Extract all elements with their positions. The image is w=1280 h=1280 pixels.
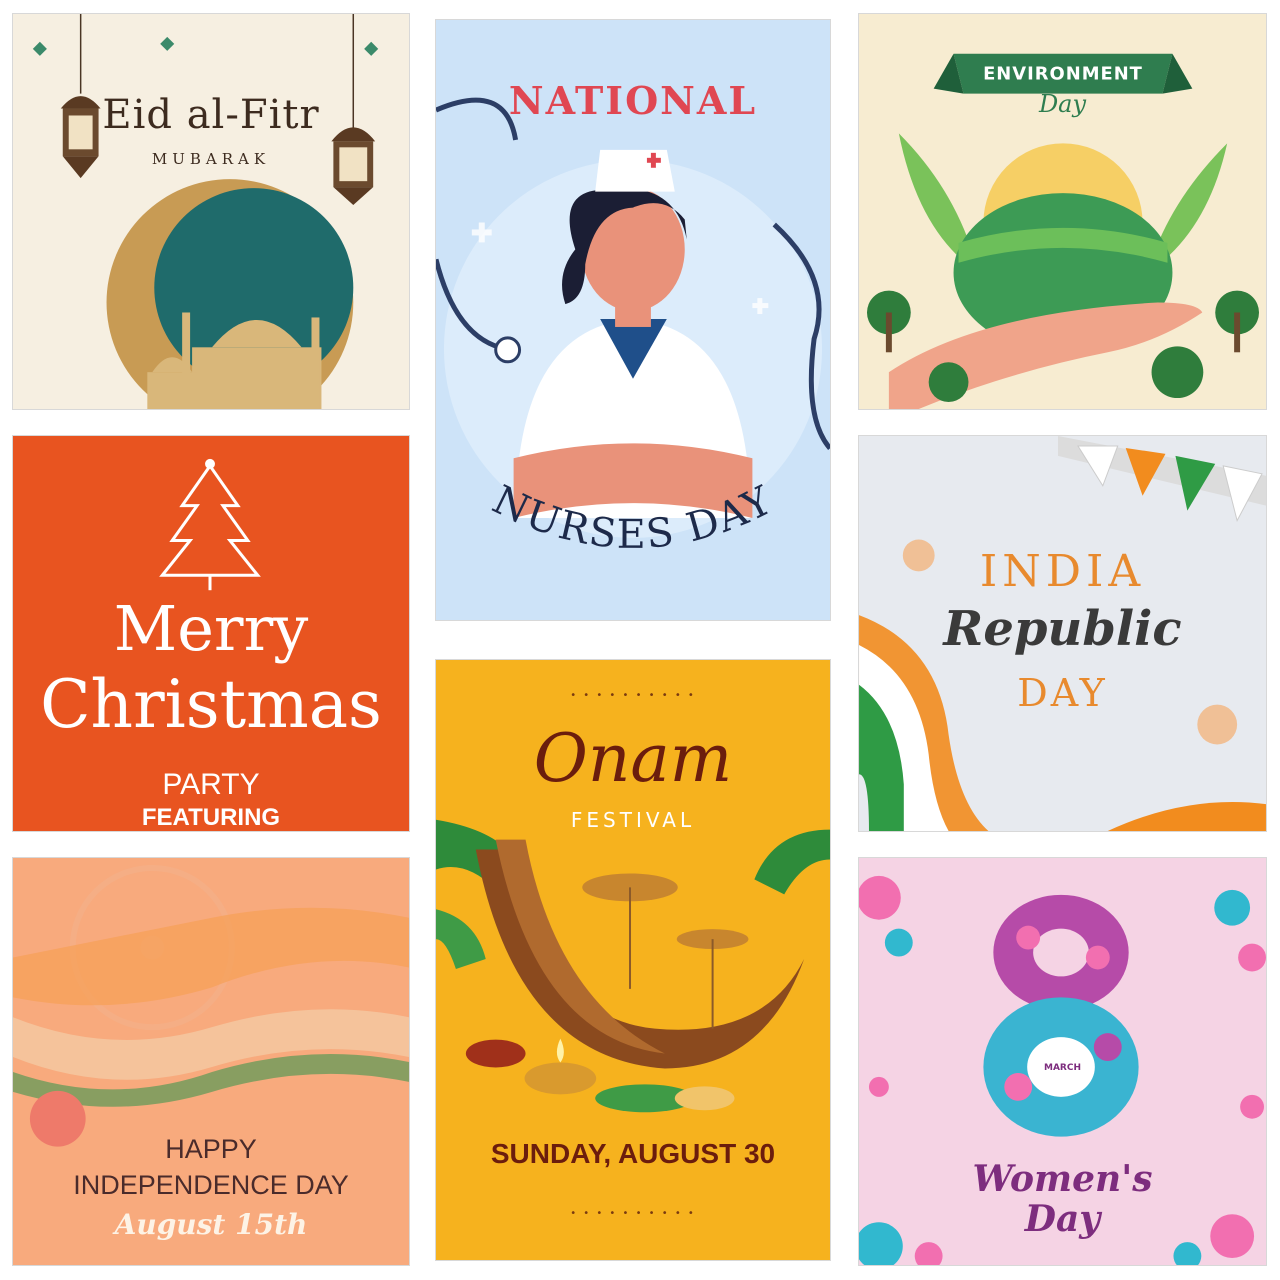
republic-republic: Republic: [943, 601, 1182, 657]
india-republic-day-poster[interactable]: INDIA Republic DAY: [858, 435, 1267, 832]
womens-day-day: Day: [1024, 1198, 1101, 1240]
onam-footer: • • • • • • • • • •: [570, 1208, 696, 1219]
independence-date: August 15th: [114, 1208, 308, 1241]
number-eight-icon: [983, 894, 1139, 1137]
eid-title: Eid al-Fitr: [102, 92, 320, 138]
independence-title: INDEPENDENCE DAY: [73, 1170, 349, 1200]
nurses-day-poster[interactable]: NURSES DAY NATIONAL: [435, 19, 831, 621]
womens-day-title: Women's: [972, 1158, 1153, 1200]
environment-subtitle: Day: [1038, 90, 1087, 118]
onam-festival-poster[interactable]: • • • • • • • • • • Onam FESTIVAL SUNDAY…: [435, 659, 831, 1261]
womens-day-poster[interactable]: MARCH Women's Day: [858, 857, 1267, 1266]
saffron-wave: [13, 907, 409, 1006]
republic-day: DAY: [1017, 671, 1108, 715]
eid-illustration: [32, 14, 379, 409]
christmas-party: PARTY: [162, 768, 260, 801]
womens-day-march: MARCH: [1044, 1063, 1081, 1073]
environment-title: ENVIRONMENT: [983, 64, 1143, 85]
diya-lamp-icon: [524, 1062, 597, 1095]
nurses-top-text: NATIONAL: [508, 78, 758, 123]
environment-illustration: ENVIRONMENT: [866, 53, 1260, 409]
republic-india: INDIA: [979, 546, 1146, 597]
christmas-poster[interactable]: Merry Christmas PARTY FEATURING: [12, 435, 410, 832]
star-icon: [205, 458, 215, 469]
christmas-christmas: Christmas: [40, 666, 382, 743]
onam-title: Onam: [533, 720, 733, 797]
eid-al-fitr-poster[interactable]: Eid al-Fitr MUBARAK: [12, 13, 410, 410]
ketupat-icon: [32, 36, 379, 56]
bowl-icon: [465, 1039, 526, 1068]
onam-subtitle: FESTIVAL: [570, 808, 696, 832]
independence-happy: HAPPY: [165, 1134, 257, 1164]
eid-subtitle: MUBARAK: [151, 150, 271, 168]
palm-leaf: [754, 829, 830, 895]
independence-illustration: [13, 864, 409, 1147]
onam-top-text: • • • • • • • • • •: [570, 690, 696, 701]
independence-day-poster[interactable]: HAPPY INDEPENDENCE DAY August 15th: [12, 857, 410, 1266]
onam-date: SUNDAY, AUGUST 30: [490, 1138, 776, 1169]
environment-day-poster[interactable]: ENVIRONMENT Day: [858, 13, 1267, 410]
christmas-featuring: FEATURING: [141, 804, 281, 831]
christmas-merry: Merry: [113, 592, 309, 665]
christmas-tree-icon: [159, 463, 261, 591]
